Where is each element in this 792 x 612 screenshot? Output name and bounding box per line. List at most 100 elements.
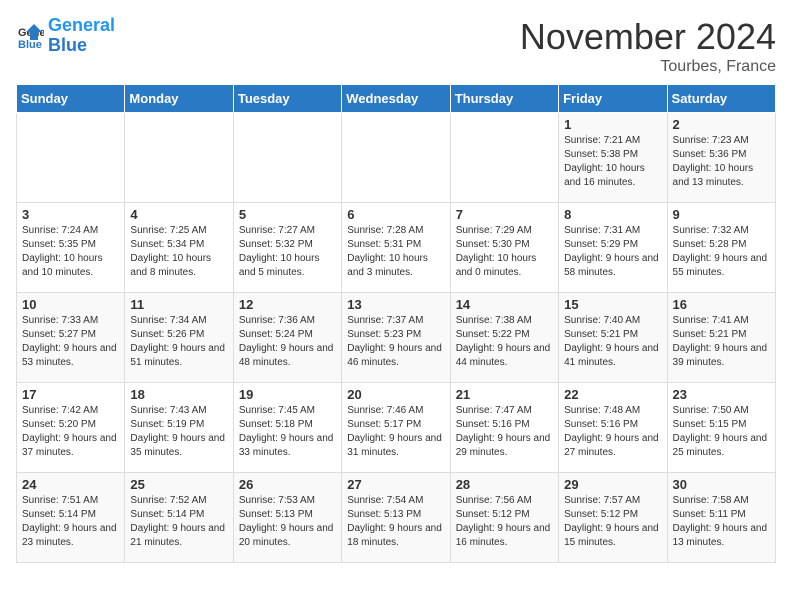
- calendar-cell: 10Sunrise: 7:33 AM Sunset: 5:27 PM Dayli…: [17, 293, 125, 383]
- day-number: 3: [22, 207, 119, 222]
- day-info: Sunrise: 7:25 AM Sunset: 5:34 PM Dayligh…: [130, 224, 227, 280]
- day-number: 6: [347, 207, 444, 222]
- logo: General Blue General Blue: [16, 16, 115, 56]
- calendar-cell: 28 Sunrise: 7:56 AM Sunset: 5:12 PM Dayli…: [450, 473, 558, 563]
- day-number: 25: [130, 477, 227, 492]
- day-number: 15: [564, 297, 661, 312]
- day-number: 22: [564, 387, 661, 402]
- location: Tourbes, France: [520, 58, 776, 76]
- day-number: 18: [130, 387, 227, 402]
- day-number: 23: [673, 387, 770, 402]
- day-number: 1: [564, 117, 661, 132]
- day-info: Sunrise: 7:38 AM Sunset: 5:22 PM Dayligh…: [456, 314, 553, 370]
- calendar-cell: 30 Sunrise: 7:58 AM Sunset: 5:11 PM Dayli…: [667, 473, 775, 563]
- day-info: Sunrise: 7:51 AM Sunset: 5:14 PM Dayligh…: [22, 494, 119, 550]
- calendar-cell: 4 Sunrise: 7:25 AM Sunset: 5:34 PM Daylig…: [125, 203, 233, 293]
- day-info: Sunrise: 7:46 AM Sunset: 5:17 PM Dayligh…: [347, 404, 444, 460]
- calendar-cell: 26 Sunrise: 7:53 AM Sunset: 5:13 PM Dayli…: [233, 473, 341, 563]
- calendar-table: SundayMondayTuesdayWednesdayThursdayFrid…: [16, 84, 776, 563]
- calendar-cell: 22 Sunrise: 7:48 AM Sunset: 5:16 PM Dayli…: [559, 383, 667, 473]
- day-number: 13: [347, 297, 444, 312]
- calendar-cell: 6 Sunrise: 7:28 AM Sunset: 5:31 PM Daylig…: [342, 203, 450, 293]
- svg-text:Blue: Blue: [18, 39, 42, 50]
- calendar-cell: 20Sunrise: 7:46 AM Sunset: 5:17 PM Dayli…: [342, 383, 450, 473]
- day-info: Sunrise: 7:32 AM Sunset: 5:28 PM Dayligh…: [673, 224, 770, 280]
- weekday-header-sunday: Sunday: [17, 85, 125, 113]
- calendar-week-2: 3Sunrise: 7:24 AM Sunset: 5:35 PM Daylig…: [17, 203, 776, 293]
- calendar-cell: 2Sunrise: 7:23 AM Sunset: 5:36 PM Daylig…: [667, 113, 775, 203]
- day-info: Sunrise: 7:41 AM Sunset: 5:21 PM Dayligh…: [673, 314, 770, 370]
- calendar-cell: 11 Sunrise: 7:34 AM Sunset: 5:26 PM Dayli…: [125, 293, 233, 383]
- month-title: November 2024: [520, 16, 776, 58]
- day-info: Sunrise: 7:29 AM Sunset: 5:30 PM Dayligh…: [456, 224, 553, 280]
- day-number: 9: [673, 207, 770, 222]
- calendar-cell: 19 Sunrise: 7:45 AM Sunset: 5:18 PM Dayli…: [233, 383, 341, 473]
- day-number: 29: [564, 477, 661, 492]
- calendar-cell: 18 Sunrise: 7:43 AM Sunset: 5:19 PM Dayli…: [125, 383, 233, 473]
- calendar-cell: [342, 113, 450, 203]
- weekday-header-monday: Monday: [125, 85, 233, 113]
- weekday-header-friday: Friday: [559, 85, 667, 113]
- day-info: Sunrise: 7:42 AM Sunset: 5:20 PM Dayligh…: [22, 404, 119, 460]
- day-info: Sunrise: 7:43 AM Sunset: 5:19 PM Dayligh…: [130, 404, 227, 460]
- weekday-header-saturday: Saturday: [667, 85, 775, 113]
- calendar-cell: 13 Sunrise: 7:37 AM Sunset: 5:23 PM Dayli…: [342, 293, 450, 383]
- header: General Blue General Blue November 2024 …: [16, 16, 776, 76]
- weekday-header-tuesday: Tuesday: [233, 85, 341, 113]
- calendar-week-4: 17 Sunrise: 7:42 AM Sunset: 5:20 PM Dayli…: [17, 383, 776, 473]
- day-number: 4: [130, 207, 227, 222]
- day-number: 19: [239, 387, 336, 402]
- day-info: Sunrise: 7:33 AM Sunset: 5:27 PM Dayligh…: [22, 314, 119, 370]
- day-info: Sunrise: 7:31 AM Sunset: 5:29 PM Dayligh…: [564, 224, 661, 280]
- calendar-cell: 23 Sunrise: 7:50 AM Sunset: 5:15 PM Dayli…: [667, 383, 775, 473]
- day-info: Sunrise: 7:50 AM Sunset: 5:15 PM Dayligh…: [673, 404, 770, 460]
- calendar-cell: 15Sunrise: 7:40 AM Sunset: 5:21 PM Dayli…: [559, 293, 667, 383]
- day-number: 28: [456, 477, 553, 492]
- day-number: 11: [130, 297, 227, 312]
- logo-name-general: General: [48, 16, 115, 36]
- calendar-week-1: 1 Sunrise: 7:21 AM Sunset: 5:38 PM Daylig…: [17, 113, 776, 203]
- logo-name-blue: Blue: [48, 36, 115, 56]
- day-info: Sunrise: 7:21 AM Sunset: 5:38 PM Dayligh…: [564, 134, 661, 190]
- day-number: 17: [22, 387, 119, 402]
- calendar-cell: 14Sunrise: 7:38 AM Sunset: 5:22 PM Dayli…: [450, 293, 558, 383]
- day-number: 12: [239, 297, 336, 312]
- day-info: Sunrise: 7:34 AM Sunset: 5:26 PM Dayligh…: [130, 314, 227, 370]
- calendar-cell: 7 Sunrise: 7:29 AM Sunset: 5:30 PM Daylig…: [450, 203, 558, 293]
- calendar-cell: 17 Sunrise: 7:42 AM Sunset: 5:20 PM Dayli…: [17, 383, 125, 473]
- calendar-cell: 21Sunrise: 7:47 AM Sunset: 5:16 PM Dayli…: [450, 383, 558, 473]
- calendar-cell: 3Sunrise: 7:24 AM Sunset: 5:35 PM Daylig…: [17, 203, 125, 293]
- day-info: Sunrise: 7:36 AM Sunset: 5:24 PM Dayligh…: [239, 314, 336, 370]
- calendar-cell: 29Sunrise: 7:57 AM Sunset: 5:12 PM Dayli…: [559, 473, 667, 563]
- calendar-cell: 24 Sunrise: 7:51 AM Sunset: 5:14 PM Dayli…: [17, 473, 125, 563]
- day-number: 26: [239, 477, 336, 492]
- calendar-header: SundayMondayTuesdayWednesdayThursdayFrid…: [17, 85, 776, 113]
- day-info: Sunrise: 7:48 AM Sunset: 5:16 PM Dayligh…: [564, 404, 661, 460]
- calendar-cell: 8Sunrise: 7:31 AM Sunset: 5:29 PM Daylig…: [559, 203, 667, 293]
- day-info: Sunrise: 7:52 AM Sunset: 5:14 PM Dayligh…: [130, 494, 227, 550]
- day-info: Sunrise: 7:56 AM Sunset: 5:12 PM Dayligh…: [456, 494, 553, 550]
- day-number: 24: [22, 477, 119, 492]
- day-info: Sunrise: 7:58 AM Sunset: 5:11 PM Dayligh…: [673, 494, 770, 550]
- calendar-cell: [233, 113, 341, 203]
- logo-icon: General Blue: [16, 22, 44, 50]
- calendar-body: 1 Sunrise: 7:21 AM Sunset: 5:38 PM Daylig…: [17, 113, 776, 563]
- day-info: Sunrise: 7:54 AM Sunset: 5:13 PM Dayligh…: [347, 494, 444, 550]
- calendar-cell: [17, 113, 125, 203]
- day-info: Sunrise: 7:28 AM Sunset: 5:31 PM Dayligh…: [347, 224, 444, 280]
- day-number: 7: [456, 207, 553, 222]
- calendar-week-5: 24 Sunrise: 7:51 AM Sunset: 5:14 PM Dayli…: [17, 473, 776, 563]
- calendar-cell: 12 Sunrise: 7:36 AM Sunset: 5:24 PM Dayli…: [233, 293, 341, 383]
- calendar-cell: 27Sunrise: 7:54 AM Sunset: 5:13 PM Dayli…: [342, 473, 450, 563]
- day-number: 2: [673, 117, 770, 132]
- weekday-header-thursday: Thursday: [450, 85, 558, 113]
- day-info: Sunrise: 7:37 AM Sunset: 5:23 PM Dayligh…: [347, 314, 444, 370]
- calendar-cell: 25 Sunrise: 7:52 AM Sunset: 5:14 PM Dayli…: [125, 473, 233, 563]
- day-info: Sunrise: 7:53 AM Sunset: 5:13 PM Dayligh…: [239, 494, 336, 550]
- day-info: Sunrise: 7:27 AM Sunset: 5:32 PM Dayligh…: [239, 224, 336, 280]
- day-info: Sunrise: 7:47 AM Sunset: 5:16 PM Dayligh…: [456, 404, 553, 460]
- calendar-week-3: 10Sunrise: 7:33 AM Sunset: 5:27 PM Dayli…: [17, 293, 776, 383]
- calendar-cell: [450, 113, 558, 203]
- day-info: Sunrise: 7:45 AM Sunset: 5:18 PM Dayligh…: [239, 404, 336, 460]
- day-number: 30: [673, 477, 770, 492]
